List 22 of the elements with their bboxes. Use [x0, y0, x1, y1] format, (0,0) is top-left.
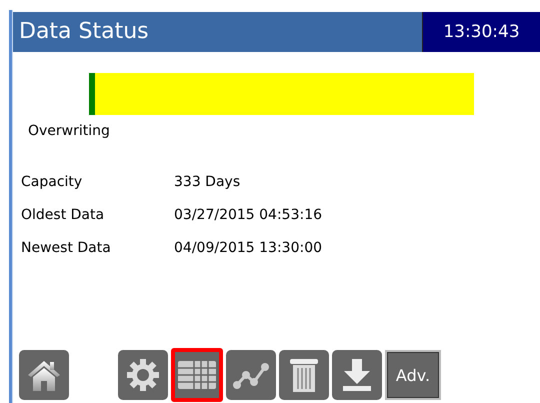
storage-status: Overwriting [28, 123, 111, 139]
clock: 13:30:43 [422, 12, 540, 52]
detail-value: 04/09/2015 13:30:00 [174, 239, 322, 257]
settings-button[interactable] [118, 350, 168, 400]
home-icon [26, 358, 62, 392]
download-button[interactable] [332, 350, 382, 400]
chart-button[interactable] [226, 350, 276, 400]
advanced-button[interactable]: Adv. [385, 350, 441, 400]
table-button[interactable] [171, 348, 223, 402]
detail-value: 03/27/2015 04:53:16 [174, 206, 322, 224]
line-chart-icon [232, 360, 270, 390]
delete-button[interactable] [279, 350, 329, 400]
detail-label: Capacity [21, 173, 84, 191]
download-icon [341, 358, 373, 392]
gear-icon [126, 358, 160, 392]
screen-title: Data Status [18, 18, 149, 46]
home-button[interactable] [19, 350, 69, 400]
detail-label: Newest Data [21, 239, 112, 257]
trash-icon [289, 357, 319, 393]
detail-value: 333 Days [174, 173, 240, 191]
table-icon [177, 360, 217, 390]
detail-label: Oldest Data [21, 206, 106, 224]
